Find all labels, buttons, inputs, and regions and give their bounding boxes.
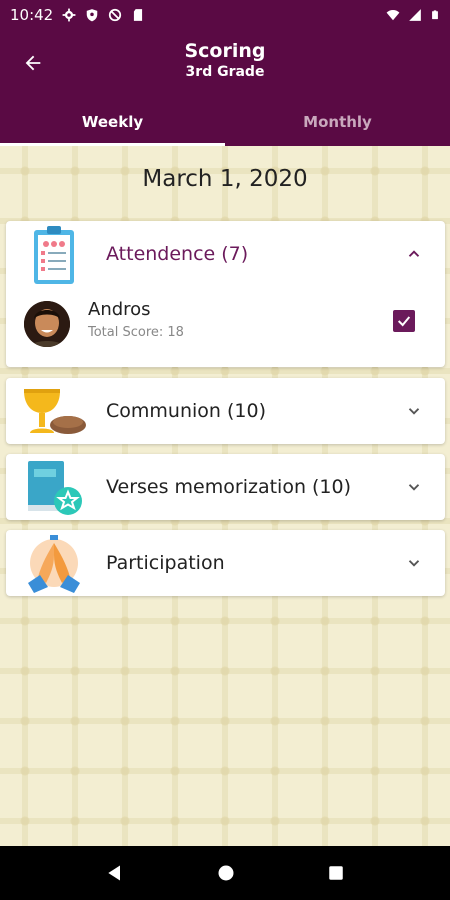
- chalice-bread-icon: [24, 389, 86, 434]
- section-card-verses: Verses memorization (10): [6, 454, 445, 520]
- system-nav-bar: [0, 846, 450, 900]
- sd-card-icon: [134, 9, 143, 21]
- wifi-icon: [386, 10, 400, 21]
- home-circle-icon[interactable]: [216, 863, 236, 883]
- section-title-attendance: Attendence (7): [106, 243, 249, 265]
- signal-icon: [409, 9, 421, 21]
- section-header-verses[interactable]: Verses memorization (10): [6, 454, 445, 520]
- praying-hands-icon: [28, 535, 80, 593]
- tab-bar: Weekly Monthly: [0, 98, 450, 146]
- back-triangle-icon[interactable]: [105, 863, 125, 883]
- chevron-down-icon[interactable]: [405, 554, 423, 572]
- no-symbol-icon: [109, 8, 122, 22]
- app-bar: Scoring 3rd Grade: [0, 30, 450, 98]
- tab-monthly[interactable]: Monthly: [225, 98, 450, 146]
- status-bar: 10:42: [0, 0, 450, 30]
- list-item: Andros Total Score: 18: [6, 287, 445, 367]
- section-title-communion: Communion (10): [106, 400, 266, 422]
- status-time: 10:42: [10, 6, 54, 24]
- checkmark-icon: [397, 316, 411, 327]
- attendance-checkbox[interactable]: [393, 310, 415, 332]
- section-card-communion: Communion (10): [6, 378, 445, 444]
- book-star-icon: [28, 461, 82, 515]
- recents-square-icon[interactable]: [327, 864, 345, 882]
- member-score: Total Score: 18: [88, 325, 184, 340]
- clipboard-icon: [34, 226, 74, 284]
- section-card-attendance: Attendence (7) Andros Total Score: 18: [6, 221, 445, 367]
- date-heading: March 1, 2020: [142, 166, 308, 192]
- gear-icon: [62, 8, 76, 22]
- section-card-participation: Participation: [6, 530, 445, 596]
- page-title: Scoring: [184, 40, 266, 62]
- chevron-down-icon[interactable]: [405, 478, 423, 496]
- section-header-participation[interactable]: Participation: [6, 530, 445, 596]
- member-name: Andros: [88, 299, 151, 320]
- tab-weekly[interactable]: Weekly: [0, 98, 225, 146]
- chevron-down-icon[interactable]: [405, 402, 423, 420]
- content-area: March 1, 2020 Attendence (7) Andros Tota…: [0, 146, 450, 846]
- battery-icon: [432, 10, 438, 20]
- section-header-communion[interactable]: Communion (10): [6, 378, 445, 444]
- avatar: [24, 301, 70, 347]
- shield-icon: [86, 9, 98, 22]
- chevron-up-icon[interactable]: [405, 245, 423, 263]
- section-header-attendance[interactable]: Attendence (7): [6, 221, 445, 287]
- section-title-participation: Participation: [106, 552, 225, 574]
- page-subtitle: 3rd Grade: [185, 64, 265, 80]
- section-title-verses: Verses memorization (10): [106, 476, 352, 498]
